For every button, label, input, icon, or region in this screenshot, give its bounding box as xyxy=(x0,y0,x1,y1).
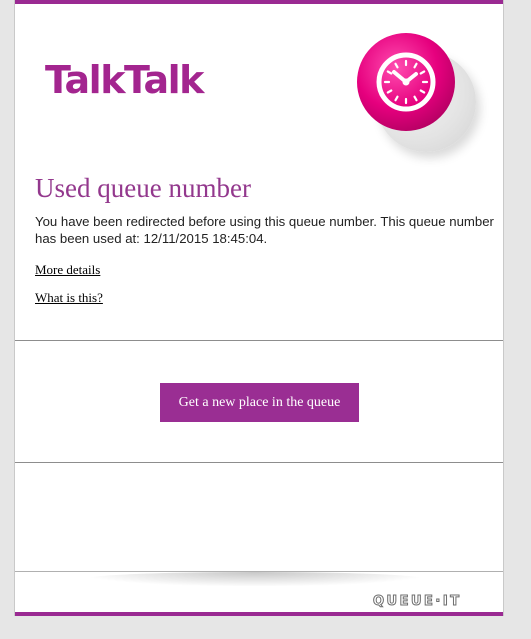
top-accent-bar xyxy=(15,0,503,4)
more-details-link[interactable]: More details xyxy=(35,262,100,278)
what-is-this-link[interactable]: What is this? xyxy=(35,290,103,306)
queue-page: TalkTalk Used queue number You have been… xyxy=(14,0,504,616)
page-title: Used queue number xyxy=(35,173,251,203)
redirect-message: You have been redirected before using th… xyxy=(35,214,494,246)
divider xyxy=(15,462,503,463)
footer-shadow xyxy=(85,572,425,586)
queue-it-logo: QUEUE·IT xyxy=(373,594,462,610)
new-place-in-queue-button[interactable]: Get a new place in the queue xyxy=(160,383,359,422)
bottom-accent-bar xyxy=(15,612,503,616)
clock-badge xyxy=(356,32,476,152)
divider xyxy=(15,340,503,341)
talktalk-logo: TalkTalk xyxy=(45,58,204,102)
clock-icon xyxy=(357,33,455,131)
